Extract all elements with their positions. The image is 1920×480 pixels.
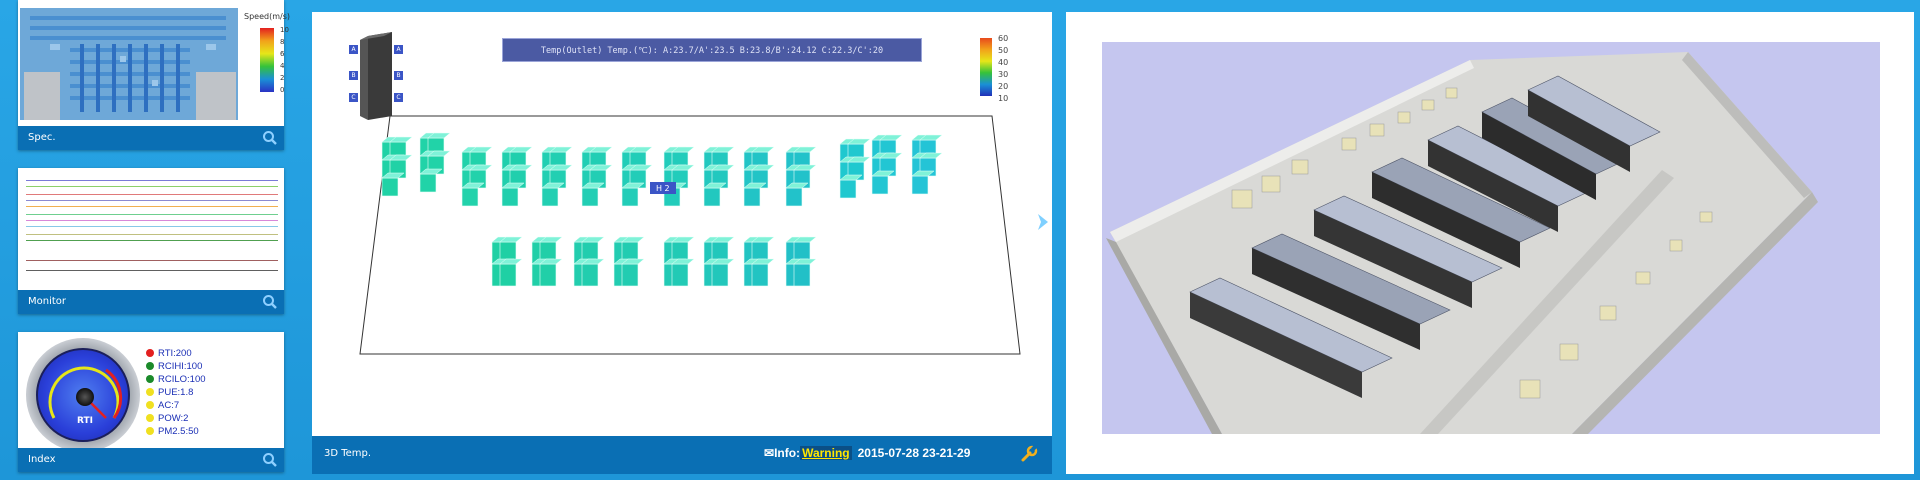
info-status[interactable]: ✉Info: Warning 2015-07-28 23-21-29: [764, 446, 970, 460]
cabinet-tag[interactable]: C: [349, 93, 358, 102]
speed-tick: 2: [280, 74, 285, 82]
datacenter-3d-view[interactable]: [1102, 42, 1880, 434]
index-legend-text: POW:2: [158, 413, 189, 424]
datacenter-model: [1106, 52, 1818, 434]
index-legend-item: PM2.5:50: [146, 426, 199, 437]
temp-3d-panel: H 2 A A B B C C Temp(Outlet) Temp.(℃): A…: [312, 12, 1052, 474]
monitor-series-line: [26, 214, 278, 215]
cabinet-legend: [358, 30, 398, 120]
center-status-bar: 3D Temp. ✉Info: Warning 2015-07-28 23-21-2…: [312, 436, 1052, 474]
temp-tick: 20: [998, 82, 1009, 91]
room-3d-view[interactable]: H 2: [312, 12, 1052, 436]
cabinet-icon: [360, 32, 392, 120]
index-bar: Index: [18, 448, 284, 472]
airflow-speed-map: [20, 8, 238, 120]
status-dot-icon: [146, 414, 154, 422]
speed-tick: 8: [280, 38, 285, 46]
gauge-face: RTI: [36, 348, 130, 442]
status-dot-icon: [146, 388, 154, 396]
cabinet-tag[interactable]: B: [349, 71, 358, 80]
monitor-label: Monitor: [28, 296, 67, 307]
index-legend-text: RTI:200: [158, 348, 192, 359]
rack-box[interactable]: [793, 258, 817, 287]
room-model-panel: [1066, 12, 1914, 474]
sensor-marker-label: H 2: [656, 184, 670, 193]
monitor-bar: Monitor: [18, 290, 284, 314]
rack-box[interactable]: [621, 258, 645, 287]
monitor-series-line: [26, 200, 278, 201]
index-legend-text: AC:7: [158, 400, 180, 411]
chevron-right-icon[interactable]: [1036, 212, 1050, 232]
panel-label: 3D Temp.: [324, 448, 372, 459]
cabinet-tag[interactable]: A: [349, 45, 358, 54]
speed-scale-title: Speed(m/s): [244, 12, 290, 21]
status-dot-icon: [146, 349, 154, 357]
index-legend-item: PUE:1.8: [146, 387, 193, 398]
status-dot-icon: [146, 427, 154, 435]
monitor-series-line: [26, 186, 278, 187]
rack-box[interactable]: [751, 258, 775, 287]
wrench-icon[interactable]: [1020, 445, 1038, 463]
temp-tick: 10: [998, 94, 1009, 103]
index-label: Index: [28, 454, 56, 465]
monitor-series-line: [26, 260, 278, 261]
temp-tick: 60: [998, 34, 1009, 43]
cabinet-tag[interactable]: C: [394, 93, 403, 102]
speed-color-scale: [260, 28, 274, 92]
speed-tick: 6: [280, 50, 285, 58]
magnifier-icon[interactable]: [262, 452, 278, 468]
index-legend-text: RCIHI:100: [158, 361, 203, 372]
rack-box[interactable]: [711, 258, 735, 287]
spec-bar: Spec.: [18, 126, 284, 150]
status-dot-icon: [146, 375, 154, 383]
index-legend-item: AC:7: [146, 400, 179, 411]
outlet-temp-banner: Temp(Outlet) Temp.(℃): A:23.7/A':23.5 B:…: [502, 38, 922, 62]
index-legend-item: RCILO:100: [146, 374, 206, 385]
index-legend-text: RCILO:100: [158, 374, 206, 385]
monitor-series-line: [26, 226, 278, 227]
magnifier-icon[interactable]: [262, 130, 278, 146]
status-dot-icon: [146, 401, 154, 409]
warning-link[interactable]: Warning: [800, 446, 852, 460]
index-legend-item: RTI:200: [146, 348, 192, 359]
magnifier-icon[interactable]: [262, 294, 278, 310]
status-dot-icon: [146, 362, 154, 370]
monitor-series-line: [26, 234, 278, 235]
spec-label: Spec.: [28, 132, 56, 143]
index-legend-text: PUE:1.8: [158, 387, 194, 398]
mail-icon: ✉: [764, 446, 775, 460]
speed-tick: 10: [280, 26, 289, 34]
index-legend-item: POW:2: [146, 413, 188, 424]
rack-box[interactable]: [581, 258, 605, 287]
airflow-speed-map-graphic: [20, 8, 238, 120]
temp-tick: 50: [998, 46, 1009, 55]
spec-card[interactable]: Speed(m/s) 10 8 6 4 2 0 Spec.: [18, 0, 290, 150]
index-legend-text: PM2.5:50: [158, 426, 199, 437]
monitor-series-line: [26, 206, 278, 207]
temp-color-scale: [980, 38, 992, 96]
index-card[interactable]: RTI RTI:200 RCIHI:100 RCILO:100 PUE:1.8 AC:7…: [18, 332, 284, 472]
monitor-series-line: [26, 194, 278, 195]
temp-tick: 40: [998, 58, 1009, 67]
monitor-series-line: [26, 240, 278, 241]
cabinet-tag[interactable]: B: [394, 71, 403, 80]
speed-tick: 0: [280, 86, 285, 94]
gauge-hub: [76, 388, 94, 406]
monitor-series-line: [26, 180, 278, 181]
index-legend-item: RCIHI:100: [146, 361, 202, 372]
rti-gauge: RTI: [26, 338, 140, 452]
rack-group: [381, 132, 943, 287]
gauge-label: RTI: [76, 416, 93, 426]
monitor-card[interactable]: Monitor: [18, 168, 284, 314]
cabinet-tag[interactable]: A: [394, 45, 403, 54]
rack-box[interactable]: [499, 258, 523, 287]
info-label: Info:: [774, 446, 801, 460]
monitor-series-line: [26, 270, 278, 271]
rack-box[interactable]: [539, 258, 563, 287]
temp-tick: 30: [998, 70, 1009, 79]
rack-box[interactable]: [671, 258, 695, 287]
info-datetime: 2015-07-28 23-21-29: [857, 446, 971, 460]
speed-tick: 4: [280, 62, 285, 70]
monitor-series-line: [26, 220, 278, 221]
